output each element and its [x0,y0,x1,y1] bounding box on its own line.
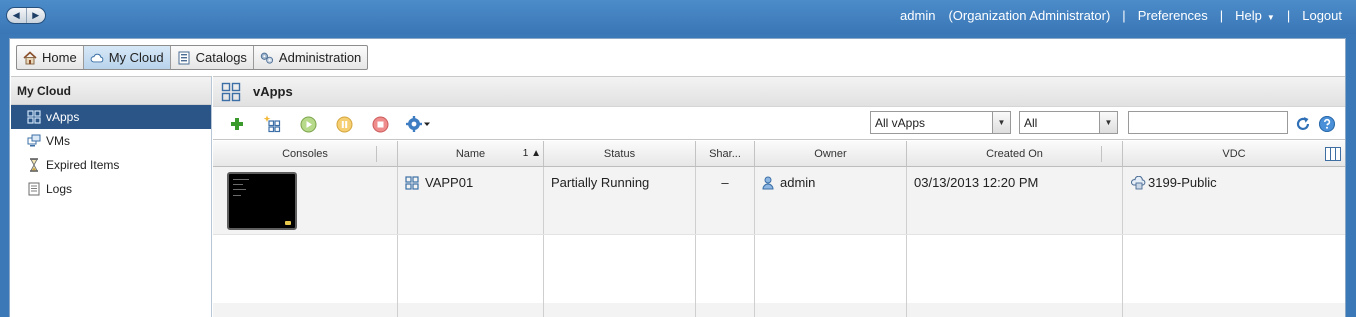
power-off-icon[interactable] [371,115,389,133]
vapp-filter-value: All vApps [875,115,926,130]
catalog-icon [177,51,191,65]
help-icon[interactable] [1319,116,1335,132]
sidebar-item-vapps[interactable]: vApps [11,105,211,129]
top-bar: ◀ ▶ admin (Organization Administrator) |… [0,0,1356,34]
vapp-filter-select[interactable]: All vApps ▼ [870,111,1011,134]
empty-row [213,303,1345,317]
empty-row [213,235,1345,303]
created-on-value: 03/13/2013 12:20 PM [914,175,1039,190]
column-name[interactable]: Name 1 ▲ [398,141,544,166]
username: admin [900,8,936,23]
sidebar-item-label: Logs [46,182,73,196]
main-tabs: Home My Cloud Catalogs Administration [16,45,369,70]
chevron-down-icon: ▼ [992,112,1010,133]
forward-icon[interactable]: ▶ [27,8,46,23]
column-chooser-icon[interactable] [1325,147,1341,161]
sidebar-item-label: Expired Items [46,158,120,172]
vapp-icon [27,110,41,124]
sidebar-item-vms[interactable]: VMs [11,129,211,153]
help-menu[interactable]: Help ▼ [1235,8,1275,23]
resize-icon [285,221,291,225]
table-row[interactable]: VAPP01 Partially Running – admin 03/13/2… [213,167,1345,235]
console-thumbnail[interactable] [227,172,297,230]
vm-icon [27,134,41,148]
refresh-icon[interactable] [1295,116,1311,132]
sidebar-item-logs[interactable]: Logs [11,177,211,201]
chevron-down-icon: ▼ [1099,112,1117,133]
hourglass-icon [27,158,41,172]
tab-catalogs[interactable]: Catalogs [171,46,254,69]
page-header: vApps [213,77,1345,107]
status-filter-value: All [1024,115,1038,130]
console-cell [213,167,398,234]
tab-my-cloud[interactable]: My Cloud [83,46,171,69]
sort-ascending-icon: 1 ▲ [522,148,541,159]
help-label: Help [1235,8,1262,23]
vapps-table: Consoles Name 1 ▲ Status Shar... Owner Cr… [213,141,1345,317]
history-nav: ◀ ▶ [6,7,46,24]
column-status[interactable]: Status [544,141,696,166]
separator: | [1122,8,1126,23]
vapp-icon [221,82,241,102]
tab-home[interactable]: Home [17,46,84,69]
vapps-content: vApps All vApps ▼ All ▼ Consoles Name 1 … [213,76,1345,317]
gears-icon [260,51,274,65]
separator: | [1286,8,1291,23]
vapp-icon [405,175,419,190]
actions-gear-icon[interactable] [405,115,433,133]
preferences-link[interactable]: Preferences [1138,8,1208,23]
cloud-icon [90,51,104,65]
status-filter-select[interactable]: All ▼ [1019,111,1118,134]
name-cell: VAPP01 [398,167,544,234]
tab-administration[interactable]: Administration [254,46,367,69]
add-icon[interactable] [228,115,246,133]
vapp-status: Partially Running [551,175,650,190]
user-role: (Organization Administrator) [948,8,1111,23]
table-header: Consoles Name 1 ▲ Status Shar... Owner Cr… [213,141,1345,167]
vapp-name[interactable]: VAPP01 [425,175,473,190]
sidebar-item-label: vApps [46,110,80,124]
back-icon[interactable]: ◀ [7,8,27,23]
build-vapp-icon[interactable] [263,115,281,133]
tab-catalogs-label: Catalogs [195,50,247,65]
logout-link[interactable]: Logout [1302,8,1342,23]
column-vdc[interactable]: VDC [1123,141,1345,166]
main-panel: Home My Cloud Catalogs Administration My… [9,38,1346,317]
sidebar-title: My Cloud [11,77,211,105]
column-consoles[interactable]: Consoles [213,141,398,166]
column-shared[interactable]: Shar... [696,141,755,166]
shared-cell: – [696,167,755,234]
page-title: vApps [253,84,293,99]
vdc-cell: 3199-Public [1123,167,1345,234]
user-links: admin (Organization Administrator) | Pre… [900,8,1342,23]
sidebar-item-expired-items[interactable]: Expired Items [11,153,211,177]
created-on-cell: 03/13/2013 12:20 PM [907,167,1123,234]
status-cell: Partially Running [544,167,696,234]
owner-cell: admin [755,167,907,234]
separator: | [1219,8,1224,23]
chevron-down-icon: ▼ [1266,13,1275,22]
tab-home-label: Home [42,50,77,65]
toolbar: All vApps ▼ All ▼ [213,107,1345,140]
suspend-icon[interactable] [335,115,353,133]
power-on-icon[interactable] [299,115,317,133]
sidebar-item-label: VMs [46,134,70,148]
owner-name: admin [780,175,816,190]
vdc-cloud-icon [1130,175,1146,190]
log-icon [27,182,41,196]
tab-administration-label: Administration [278,50,362,65]
user-icon [762,176,774,190]
column-created-on[interactable]: Created On [907,141,1123,166]
vdc-name: 3199-Public [1148,175,1217,190]
shared-value: – [721,175,729,190]
house-icon [23,50,37,65]
sidebar: My Cloud vApps VMs Expired Items Logs [11,76,212,317]
search-input[interactable] [1128,111,1288,134]
tab-my-cloud-label: My Cloud [108,50,164,65]
column-owner[interactable]: Owner [755,141,907,166]
